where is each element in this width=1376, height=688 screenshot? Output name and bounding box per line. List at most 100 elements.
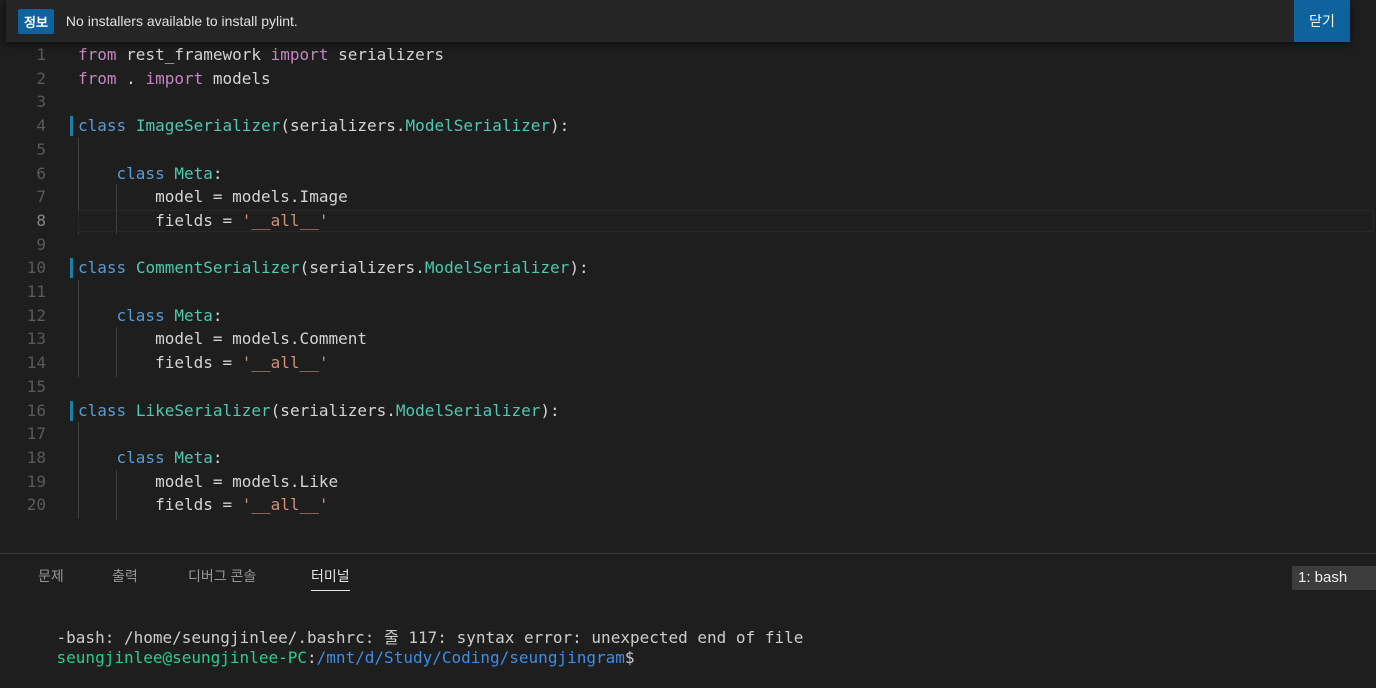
tab-terminal[interactable]: 터미널 [311, 564, 350, 591]
line-number: 8 [36, 210, 46, 230]
tab-problems[interactable]: 문제 [38, 564, 64, 590]
code-token: class [116, 305, 165, 325]
code-line[interactable]: 17 [0, 422, 1376, 446]
git-modified-marker [70, 400, 73, 421]
line-number: 18 [26, 447, 46, 467]
code-token: import [145, 68, 204, 88]
info-badge: 정보 [18, 8, 54, 34]
code-token: class [116, 447, 165, 467]
code-line[interactable]: 12 class Meta: [0, 304, 1376, 328]
code-line[interactable]: 10 class CommentSerializer(serializers.Mo… [0, 256, 1376, 280]
code-line[interactable]: 2 from . import models [0, 67, 1376, 91]
code-text: fields = '__all__' [78, 493, 328, 517]
code-token: class [78, 116, 127, 136]
line-number: 16 [26, 400, 46, 420]
code-text: class LikeSerializer(serializers.ModelSe… [78, 399, 560, 423]
code-token: : [212, 305, 223, 325]
code-token: '__all__' [241, 495, 329, 515]
code-line[interactable]: 11 [0, 280, 1376, 304]
code-token: : [212, 163, 223, 183]
notification-toast: 정보 No installers available to install py… [6, 0, 1350, 42]
code-editor[interactable]: 1 from rest_framework import serializers 2… [0, 42, 1376, 552]
code-line[interactable]: 5 [0, 138, 1376, 162]
code-token: Meta [174, 447, 213, 467]
code-token: class [78, 400, 127, 420]
code-token: class [116, 163, 165, 183]
git-modified-marker [70, 258, 73, 279]
line-number: 5 [36, 139, 46, 159]
code-line[interactable]: 15 [0, 375, 1376, 399]
code-line[interactable]: 3 [0, 90, 1376, 114]
line-number: 12 [26, 305, 46, 325]
code-line[interactable]: 4 class ImageSerializer(serializers.Model… [0, 114, 1376, 138]
code-token: rest_framework [116, 45, 271, 64]
notification-message: No installers available to install pylin… [65, 13, 298, 29]
code-line[interactable]: 9 [0, 233, 1376, 257]
code-text: class Meta: [78, 304, 223, 328]
line-number: 15 [26, 376, 46, 396]
code-token: fields = [78, 495, 242, 515]
close-button[interactable]: 닫기 [1294, 0, 1350, 42]
code-token: '__all__' [241, 353, 329, 373]
bottom-panel: 문제 출력 디버그 콘솔 터미널 1: bash -bash: /home/se… [0, 553, 1376, 667]
code-text: class Meta: [78, 446, 223, 470]
code-token: model = models.Like [78, 471, 339, 491]
code-token: : [212, 447, 223, 467]
prompt-separator: : [306, 648, 317, 667]
code-token: fields = [78, 210, 242, 230]
line-number: 7 [36, 187, 46, 207]
code-text: class ImageSerializer(serializers.ModelS… [78, 114, 569, 138]
code-text: model = models.Like [78, 470, 338, 494]
tab-output[interactable]: 출력 [112, 564, 138, 590]
code-line[interactable]: 16 class LikeSerializer(serializers.Model… [0, 399, 1376, 423]
code-token: Meta [174, 163, 213, 183]
code-line[interactable]: 20 fields = '__all__' [0, 493, 1376, 517]
code-token: fields = [78, 353, 242, 373]
line-number: 1 [36, 45, 46, 64]
line-number: 6 [36, 163, 46, 183]
code-token: ModelSerializer [395, 400, 541, 420]
code-token: models [203, 68, 271, 88]
line-number: 14 [26, 353, 46, 373]
code-line[interactable]: 13 model = models.Comment [0, 327, 1376, 351]
code-token: (serializers. [299, 258, 425, 278]
code-token: from [78, 45, 117, 64]
code-token: ImageSerializer [135, 116, 281, 136]
code-line[interactable]: 14 fields = '__all__' [0, 351, 1376, 375]
code-token: '__all__' [241, 210, 329, 230]
code-line[interactable]: 18 class Meta: [0, 446, 1376, 470]
code-line[interactable]: 19 model = models.Like [0, 470, 1376, 494]
code-token: ): [550, 116, 570, 136]
code-token: (serializers. [270, 400, 396, 420]
code-token: serializers [328, 45, 445, 64]
code-line[interactable]: 7 model = models.Image [0, 185, 1376, 209]
line-number: 3 [36, 92, 46, 112]
code-text: from rest_framework import serializers [78, 43, 444, 67]
line-number: 11 [26, 282, 46, 301]
code-line[interactable]: 1 from rest_framework import serializers [0, 43, 1376, 67]
tab-debug-console[interactable]: 디버그 콘솔 [188, 564, 256, 590]
prompt-path: /mnt/d/Study/Coding/seungjingram [316, 648, 625, 667]
code-line[interactable]: 8 fields = '__all__' [0, 209, 1376, 233]
code-text: class CommentSerializer(serializers.Mode… [78, 256, 589, 280]
code-text: fields = '__all__' [78, 351, 328, 375]
git-modified-marker [70, 116, 73, 137]
line-number: 20 [26, 495, 46, 515]
code-token: ): [569, 258, 589, 278]
code-token: (serializers. [280, 116, 406, 136]
code-line[interactable]: 6 class Meta: [0, 162, 1376, 186]
code-token: CommentSerializer [135, 258, 300, 278]
terminal-selector[interactable]: 1: bash [1292, 566, 1376, 590]
code-token: model = models.Comment [78, 329, 367, 349]
terminal-prompt[interactable]: seungjinlee@seungjinlee-PC:/mnt/d/Study/… [18, 628, 635, 688]
code-token: class [78, 258, 127, 278]
line-number: 17 [26, 424, 46, 444]
code-token: model = models.Image [78, 187, 348, 207]
line-number: 13 [26, 329, 46, 349]
